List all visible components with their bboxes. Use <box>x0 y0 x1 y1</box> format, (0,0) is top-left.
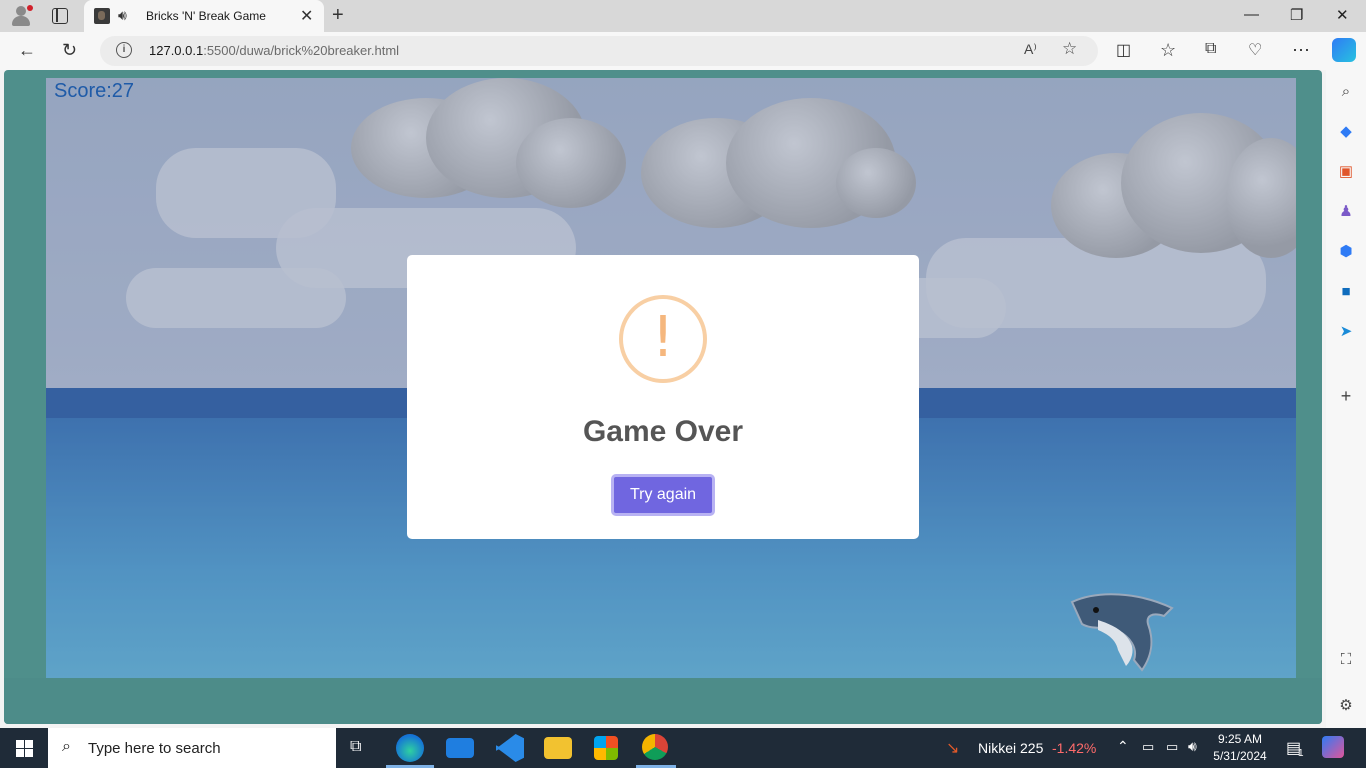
favorite-star-icon[interactable]: ☆ <box>1062 39 1077 59</box>
tab-actions-icon[interactable] <box>52 8 68 24</box>
meet-now-icon[interactable]: ▭ <box>1142 739 1154 755</box>
page-viewport: Score:27 ! Game Over Try again <box>0 70 1326 728</box>
refresh-icon[interactable]: ↻ <box>62 40 77 61</box>
chrome-taskbar-icon[interactable] <box>642 734 668 760</box>
shopping-tag-icon[interactable]: ◆ <box>1336 122 1356 142</box>
browser-toolbar: ← ↻ i 127.0.0.1:5500/duwa/brick%20breake… <box>0 32 1366 70</box>
clock-date: 5/31/2024 <box>1213 749 1267 763</box>
tab-favicon-icon <box>94 8 110 24</box>
tools-icon[interactable]: ▣ <box>1336 162 1356 182</box>
volume-icon[interactable]: 🔊︎ <box>1188 738 1197 755</box>
microsoft-365-icon[interactable]: ⬢ <box>1336 242 1356 262</box>
taskbar-clock[interactable]: 9:25 AM 5/31/2024 <box>1212 731 1268 765</box>
tab-title: Bricks 'N' Break Game <box>146 9 266 23</box>
battery-icon[interactable]: ▭ <box>1166 739 1178 755</box>
site-info-icon[interactable]: i <box>116 42 132 58</box>
address-bar[interactable]: i 127.0.0.1:5500/duwa/brick%20breaker.ht… <box>100 36 1098 66</box>
address-url[interactable]: 127.0.0.1:5500/duwa/brick%20breaker.html <box>149 43 399 58</box>
search-icon[interactable]: ⌕ <box>1336 82 1356 102</box>
stock-change: -1.42% <box>1052 740 1097 756</box>
copilot-icon[interactable] <box>1332 38 1356 62</box>
split-screen-icon[interactable]: ◫ <box>1116 40 1131 60</box>
search-glass-icon: ⌕ <box>62 738 71 755</box>
tray-chevron-icon[interactable]: ⌃ <box>1117 738 1129 755</box>
mail-taskbar-icon[interactable] <box>446 738 474 758</box>
tab-active[interactable]: 🔊︎ Bricks 'N' Break Game ✕ <box>84 0 324 32</box>
store-taskbar-icon[interactable] <box>594 736 618 760</box>
outlook-icon[interactable]: ■ <box>1336 282 1356 302</box>
stock-chart-icon: ↘ <box>946 740 960 757</box>
restore-icon[interactable]: ❐ <box>1290 6 1303 24</box>
copilot-taskbar-icon[interactable] <box>1322 736 1344 758</box>
new-tab-icon[interactable]: + <box>332 4 344 27</box>
notification-count: 1 <box>1298 748 1304 759</box>
edge-taskbar-icon[interactable] <box>396 734 424 762</box>
score-display: Score:27 <box>54 80 135 102</box>
dialog-title: Game Over <box>582 415 744 448</box>
add-sidebar-app-icon[interactable]: + <box>1336 386 1356 406</box>
taskbar-search[interactable]: ⌕ Type here to search <box>48 728 336 768</box>
search-placeholder: Type here to search <box>88 740 221 757</box>
windows-start-icon[interactable] <box>16 740 33 757</box>
game-over-dialog: ! Game Over Try again <box>407 255 919 539</box>
try-again-button[interactable]: Try again <box>611 474 715 516</box>
more-menu-icon[interactable]: ⋯ <box>1292 40 1310 61</box>
games-icon[interactable]: ♟ <box>1336 202 1356 222</box>
tab-strip: 🔊︎ Bricks 'N' Break Game ✕ + — ❐ ✕ <box>0 0 1366 32</box>
favorites-icon[interactable]: ☆ <box>1160 40 1176 61</box>
clock-time: 9:25 AM <box>1217 732 1263 746</box>
warning-icon: ! <box>619 295 707 383</box>
back-icon[interactable]: ← <box>18 40 36 61</box>
windows-taskbar: ⌕ Type here to search ⧉ ↘ Nikkei 225 -1.… <box>0 728 1366 768</box>
shark-paddle <box>1070 593 1174 672</box>
minimize-icon[interactable]: — <box>1244 6 1259 23</box>
window-close-icon[interactable]: ✕ <box>1336 6 1349 24</box>
browser-essentials-icon[interactable]: ♡ <box>1248 40 1262 60</box>
audio-playing-icon[interactable]: 🔊︎ <box>118 7 127 24</box>
tab-close-icon[interactable]: ✕ <box>300 6 313 26</box>
vscode-taskbar-icon[interactable] <box>496 734 524 762</box>
profile-avatar-icon[interactable] <box>10 5 33 27</box>
send-icon[interactable]: ➤ <box>1336 322 1356 342</box>
file-explorer-taskbar-icon[interactable] <box>544 737 572 759</box>
read-aloud-icon[interactable]: A⁾ <box>1024 41 1037 58</box>
edge-sidebar: ⌕ ◆ ▣ ♟ ⬢ ■ ➤ + ⛶ ⚙ <box>1326 70 1366 728</box>
screenshot-icon[interactable]: ⛶ <box>1336 650 1356 670</box>
stock-name[interactable]: Nikkei 225 <box>978 740 1043 756</box>
sidebar-settings-icon[interactable]: ⚙ <box>1336 696 1356 716</box>
task-view-icon[interactable]: ⧉ <box>350 738 361 756</box>
collections-icon[interactable]: ⧉ <box>1205 40 1216 58</box>
game-bottom-strip <box>4 678 1322 724</box>
